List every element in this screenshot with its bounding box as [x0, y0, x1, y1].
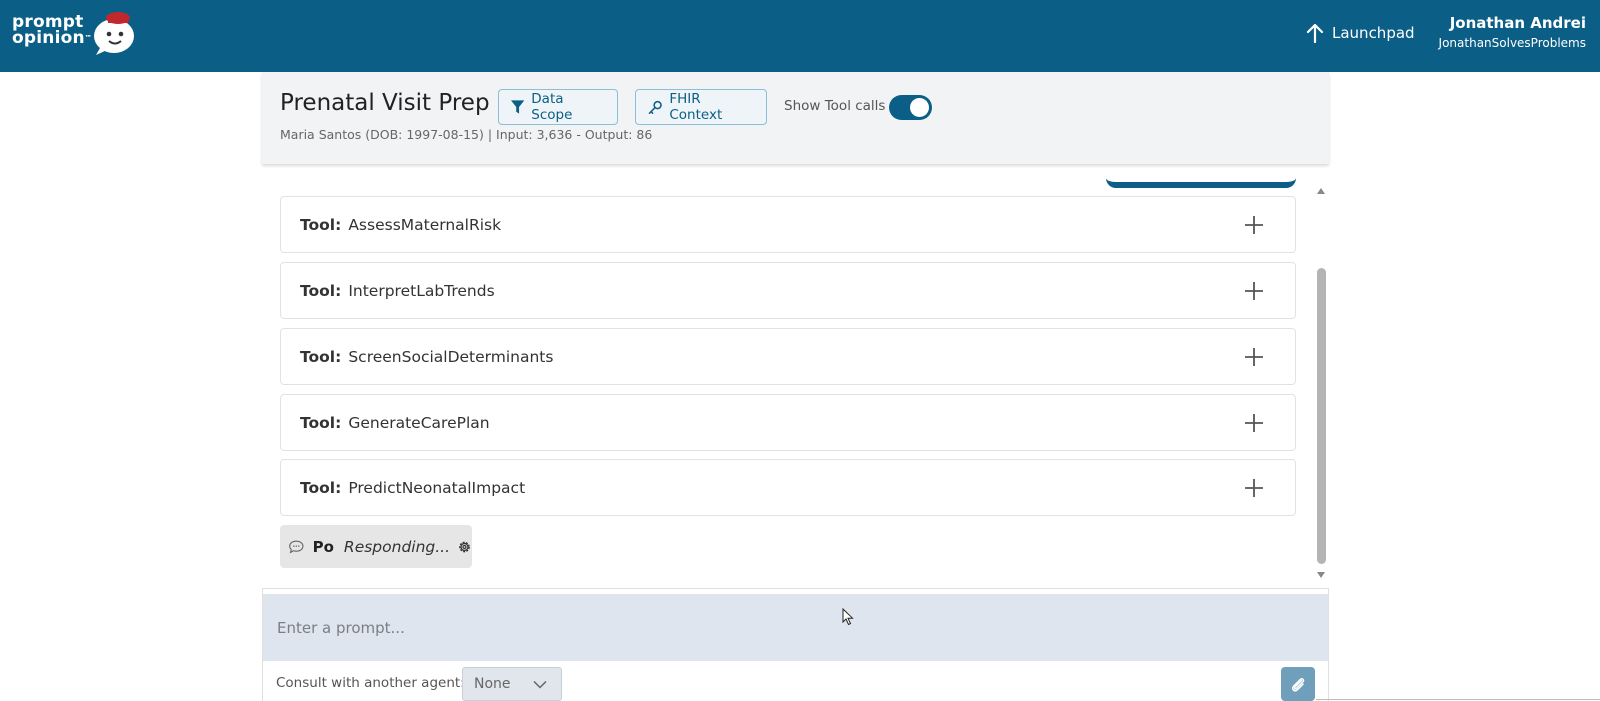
tool-call-row[interactable]: Tool: PredictNeonatalImpact	[280, 459, 1296, 516]
tool-label: Tool:	[300, 347, 342, 366]
patient-token-info: Maria Santos (DOB: 1997-08-15) | Input: …	[280, 127, 653, 142]
show-tool-calls-label: Show Tool calls	[784, 98, 886, 114]
toggle-knob	[910, 98, 929, 117]
app-logo[interactable]: prompt opinion™	[12, 10, 137, 56]
plus-icon[interactable]	[1243, 280, 1265, 302]
consult-agent-label: Consult with another agent:	[276, 675, 465, 691]
gear-icon[interactable]	[457, 538, 472, 556]
filter-icon	[511, 99, 525, 114]
scroll-up-arrow-icon[interactable]	[1317, 188, 1325, 194]
user-name: Jonathan Andrei	[1449, 14, 1586, 32]
tool-call-row[interactable]: Tool: AssessMaternalRisk	[280, 196, 1296, 253]
plus-icon[interactable]	[1243, 214, 1265, 236]
tool-call-row[interactable]: Tool: GenerateCarePlan	[280, 394, 1296, 451]
fhir-context-label: FHIR Context	[669, 91, 723, 123]
tool-name: ScreenSocialDeterminants	[348, 347, 554, 366]
chevron-down-icon	[533, 680, 547, 689]
logo-mascot-icon	[94, 12, 134, 55]
consult-agent-value: None	[474, 676, 511, 692]
tool-name: InterpretLabTrends	[348, 281, 495, 300]
tool-call-row[interactable]: Tool: InterpretLabTrends	[280, 262, 1296, 319]
launchpad-label: Launchpad	[1332, 24, 1415, 42]
paperclip-icon	[1291, 678, 1305, 692]
user-handle: JonathanSolvesProblems	[1438, 36, 1586, 50]
top-bar: prompt opinion™ Launchpad Jonathan Andre…	[0, 0, 1600, 72]
launchpad-link[interactable]: Launchpad	[1306, 18, 1415, 48]
plus-icon[interactable]	[1243, 412, 1265, 434]
show-tool-calls-toggle[interactable]	[889, 95, 932, 120]
conversation-header: Prenatal Visit Prep Maria Santos (DOB: 1…	[262, 72, 1329, 164]
tool-label: Tool:	[300, 478, 342, 497]
logo-text: prompt opinion™	[12, 12, 92, 48]
tool-name: AssessMaternalRisk	[348, 215, 502, 234]
scroll-down-arrow-icon[interactable]	[1317, 572, 1325, 578]
status-text: Responding...	[343, 537, 451, 556]
attach-file-button[interactable]	[1281, 667, 1315, 701]
fhir-context-button[interactable]: FHIR Context	[635, 89, 767, 125]
page-title: Prenatal Visit Prep	[280, 90, 490, 116]
tool-label: Tool:	[300, 281, 342, 300]
plus-icon[interactable]	[1243, 346, 1265, 368]
tool-name: GenerateCarePlan	[348, 413, 490, 432]
key-icon	[648, 100, 662, 114]
agent-name: Po	[312, 537, 334, 556]
previous-message-edge	[1106, 172, 1296, 188]
tool-name: PredictNeonatalImpact	[348, 478, 526, 497]
chat-scrollbar[interactable]	[1314, 188, 1328, 578]
prompt-input[interactable]	[263, 594, 1328, 661]
tool-call-row[interactable]: Tool: ScreenSocialDeterminants	[280, 328, 1296, 385]
plus-icon[interactable]	[1243, 477, 1265, 499]
user-menu[interactable]: Jonathan Andrei JonathanSolvesProblems	[1439, 14, 1586, 50]
scrollbar-thumb[interactable]	[1317, 268, 1326, 564]
chat-bubble-icon	[289, 540, 304, 553]
consult-agent-select[interactable]: None	[462, 667, 562, 701]
tool-label: Tool:	[300, 413, 342, 432]
data-scope-label: Data Scope	[531, 91, 573, 123]
arrow-up-icon	[1306, 23, 1324, 43]
divider	[1316, 699, 1600, 700]
data-scope-button[interactable]: Data Scope	[498, 89, 618, 125]
tool-label: Tool:	[300, 215, 342, 234]
mouse-cursor-icon	[842, 608, 854, 626]
agent-status-badge: Po Responding...	[280, 525, 472, 568]
